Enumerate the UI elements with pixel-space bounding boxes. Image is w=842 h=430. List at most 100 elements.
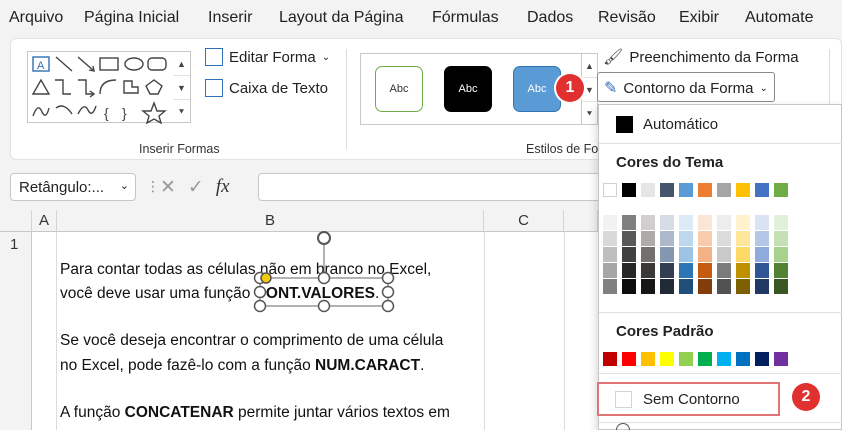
resize-handle[interactable] — [253, 285, 267, 299]
theme-shade-swatch[interactable] — [622, 247, 636, 262]
theme-color-swatch[interactable] — [755, 183, 769, 197]
menu-revisao[interactable]: Revisão — [598, 9, 656, 27]
row-header-1[interactable]: 1 — [0, 232, 32, 430]
theme-shade-swatch[interactable] — [774, 231, 788, 246]
theme-shade-swatch[interactable] — [774, 215, 788, 230]
resize-handle[interactable] — [317, 299, 331, 313]
scroll-up-icon[interactable]: ▲ — [173, 52, 190, 76]
theme-shade-swatch[interactable] — [698, 247, 712, 262]
resize-handle[interactable] — [253, 299, 267, 313]
standard-color-swatch[interactable] — [755, 352, 769, 366]
resize-handle[interactable] — [317, 271, 331, 285]
theme-shade-swatch[interactable] — [698, 231, 712, 246]
theme-shade-swatch[interactable] — [774, 247, 788, 262]
menu-pagina-inicial[interactable]: Página Inicial — [84, 9, 179, 27]
theme-color-swatch[interactable] — [622, 183, 636, 197]
theme-shade-swatch[interactable] — [755, 231, 769, 246]
theme-shade-swatch[interactable] — [603, 247, 617, 262]
theme-shade-swatch[interactable] — [774, 263, 788, 278]
menu-layout[interactable]: Layout da Página — [279, 9, 404, 27]
standard-color-swatch[interactable] — [603, 352, 617, 366]
theme-shade-swatch[interactable] — [622, 215, 636, 230]
theme-color-swatch[interactable] — [774, 183, 788, 197]
menu-arquivo[interactable]: Arquivo — [9, 9, 63, 27]
theme-shade-swatch[interactable] — [679, 279, 693, 294]
theme-shade-swatch[interactable] — [679, 231, 693, 246]
theme-shade-swatch[interactable] — [603, 263, 617, 278]
chevron-down-icon[interactable]: ⌄ — [120, 179, 129, 192]
menu-formulas[interactable]: Fórmulas — [432, 9, 499, 27]
standard-color-swatch[interactable] — [774, 352, 788, 366]
selected-shape[interactable] — [250, 228, 400, 318]
col-header-a[interactable]: A — [32, 210, 57, 232]
style-tile-blue[interactable]: Abc — [513, 66, 561, 112]
style-tile-outline[interactable]: Abc — [375, 66, 423, 112]
shapes-gallery[interactable]: A { } — [27, 51, 189, 124]
standard-color-swatch[interactable] — [717, 352, 731, 366]
resize-handle[interactable] — [381, 299, 395, 313]
shape-outline-button[interactable]: ✎ Contorno da Forma ⌄ — [597, 72, 775, 102]
standard-color-swatch[interactable] — [641, 352, 655, 366]
theme-shade-swatch[interactable] — [717, 263, 731, 278]
cancel-icon[interactable]: ✕ — [160, 176, 176, 199]
theme-shade-swatch[interactable] — [660, 263, 674, 278]
theme-shade-swatch[interactable] — [660, 231, 674, 246]
menu-inserir[interactable]: Inserir — [208, 9, 252, 27]
theme-color-swatch[interactable] — [603, 183, 617, 197]
theme-shade-swatch[interactable] — [736, 247, 750, 262]
theme-color-swatch[interactable] — [736, 183, 750, 197]
theme-color-swatch[interactable] — [641, 183, 655, 197]
more-icon[interactable]: ⯆ — [582, 102, 597, 126]
name-box[interactable]: Retângulo:... ⌄ — [10, 173, 136, 201]
shape-fill-button[interactable]: 🖌 Preenchimento da Forma — [603, 47, 799, 67]
theme-shade-swatch[interactable] — [622, 263, 636, 278]
theme-shade-swatch[interactable] — [641, 215, 655, 230]
shape-styles-gallery[interactable]: Abc Abc Abc — [360, 53, 582, 125]
theme-shade-swatch[interactable] — [698, 279, 712, 294]
theme-color-swatch[interactable] — [660, 183, 674, 197]
theme-shade-swatch[interactable] — [603, 215, 617, 230]
theme-shade-swatch[interactable] — [698, 263, 712, 278]
menu-item-automatic[interactable]: Automático — [643, 116, 718, 133]
theme-color-swatch[interactable] — [679, 183, 693, 197]
theme-shade-swatch[interactable] — [641, 247, 655, 262]
standard-color-swatch[interactable] — [660, 352, 674, 366]
fx-icon[interactable]: fx — [216, 176, 230, 198]
theme-shade-swatch[interactable] — [717, 247, 731, 262]
shapes-gallery-scroll[interactable]: ▲ ▼ ⯆ — [173, 51, 191, 123]
resize-handle[interactable] — [381, 285, 395, 299]
menu-exibir[interactable]: Exibir — [679, 9, 719, 27]
theme-shade-swatch[interactable] — [736, 263, 750, 278]
theme-shade-swatch[interactable] — [603, 231, 617, 246]
theme-shade-swatch[interactable] — [755, 263, 769, 278]
theme-color-swatch[interactable] — [698, 183, 712, 197]
standard-color-swatch[interactable] — [736, 352, 750, 366]
standard-color-swatch[interactable] — [698, 352, 712, 366]
menu-dados[interactable]: Dados — [527, 9, 573, 27]
theme-shade-swatch[interactable] — [679, 263, 693, 278]
adjust-handle[interactable] — [260, 272, 272, 284]
no-outline-button[interactable]: Sem Contorno — [597, 382, 780, 416]
menu-automate[interactable]: Automate — [745, 9, 813, 27]
theme-shade-swatch[interactable] — [603, 279, 617, 294]
more-icon[interactable]: ⯆ — [173, 100, 190, 124]
theme-shade-swatch[interactable] — [736, 215, 750, 230]
theme-shade-swatch[interactable] — [660, 215, 674, 230]
check-icon[interactable]: ✓ — [188, 176, 204, 199]
theme-shade-swatch[interactable] — [622, 231, 636, 246]
theme-color-swatch[interactable] — [717, 183, 731, 197]
select-all-corner[interactable] — [0, 210, 32, 232]
resize-handle[interactable] — [381, 271, 395, 285]
style-tile-black[interactable]: Abc — [444, 66, 492, 112]
theme-shade-swatch[interactable] — [622, 279, 636, 294]
theme-shade-swatch[interactable] — [679, 215, 693, 230]
theme-shade-swatch[interactable] — [660, 247, 674, 262]
theme-shade-swatch[interactable] — [641, 231, 655, 246]
col-header-c[interactable]: C — [484, 210, 564, 232]
theme-shade-swatch[interactable] — [717, 279, 731, 294]
theme-shade-swatch[interactable] — [755, 279, 769, 294]
standard-color-swatch[interactable] — [622, 352, 636, 366]
theme-shade-swatch[interactable] — [717, 231, 731, 246]
theme-shade-swatch[interactable] — [774, 279, 788, 294]
drag-handle-icon[interactable]: ⋮ — [146, 178, 160, 195]
